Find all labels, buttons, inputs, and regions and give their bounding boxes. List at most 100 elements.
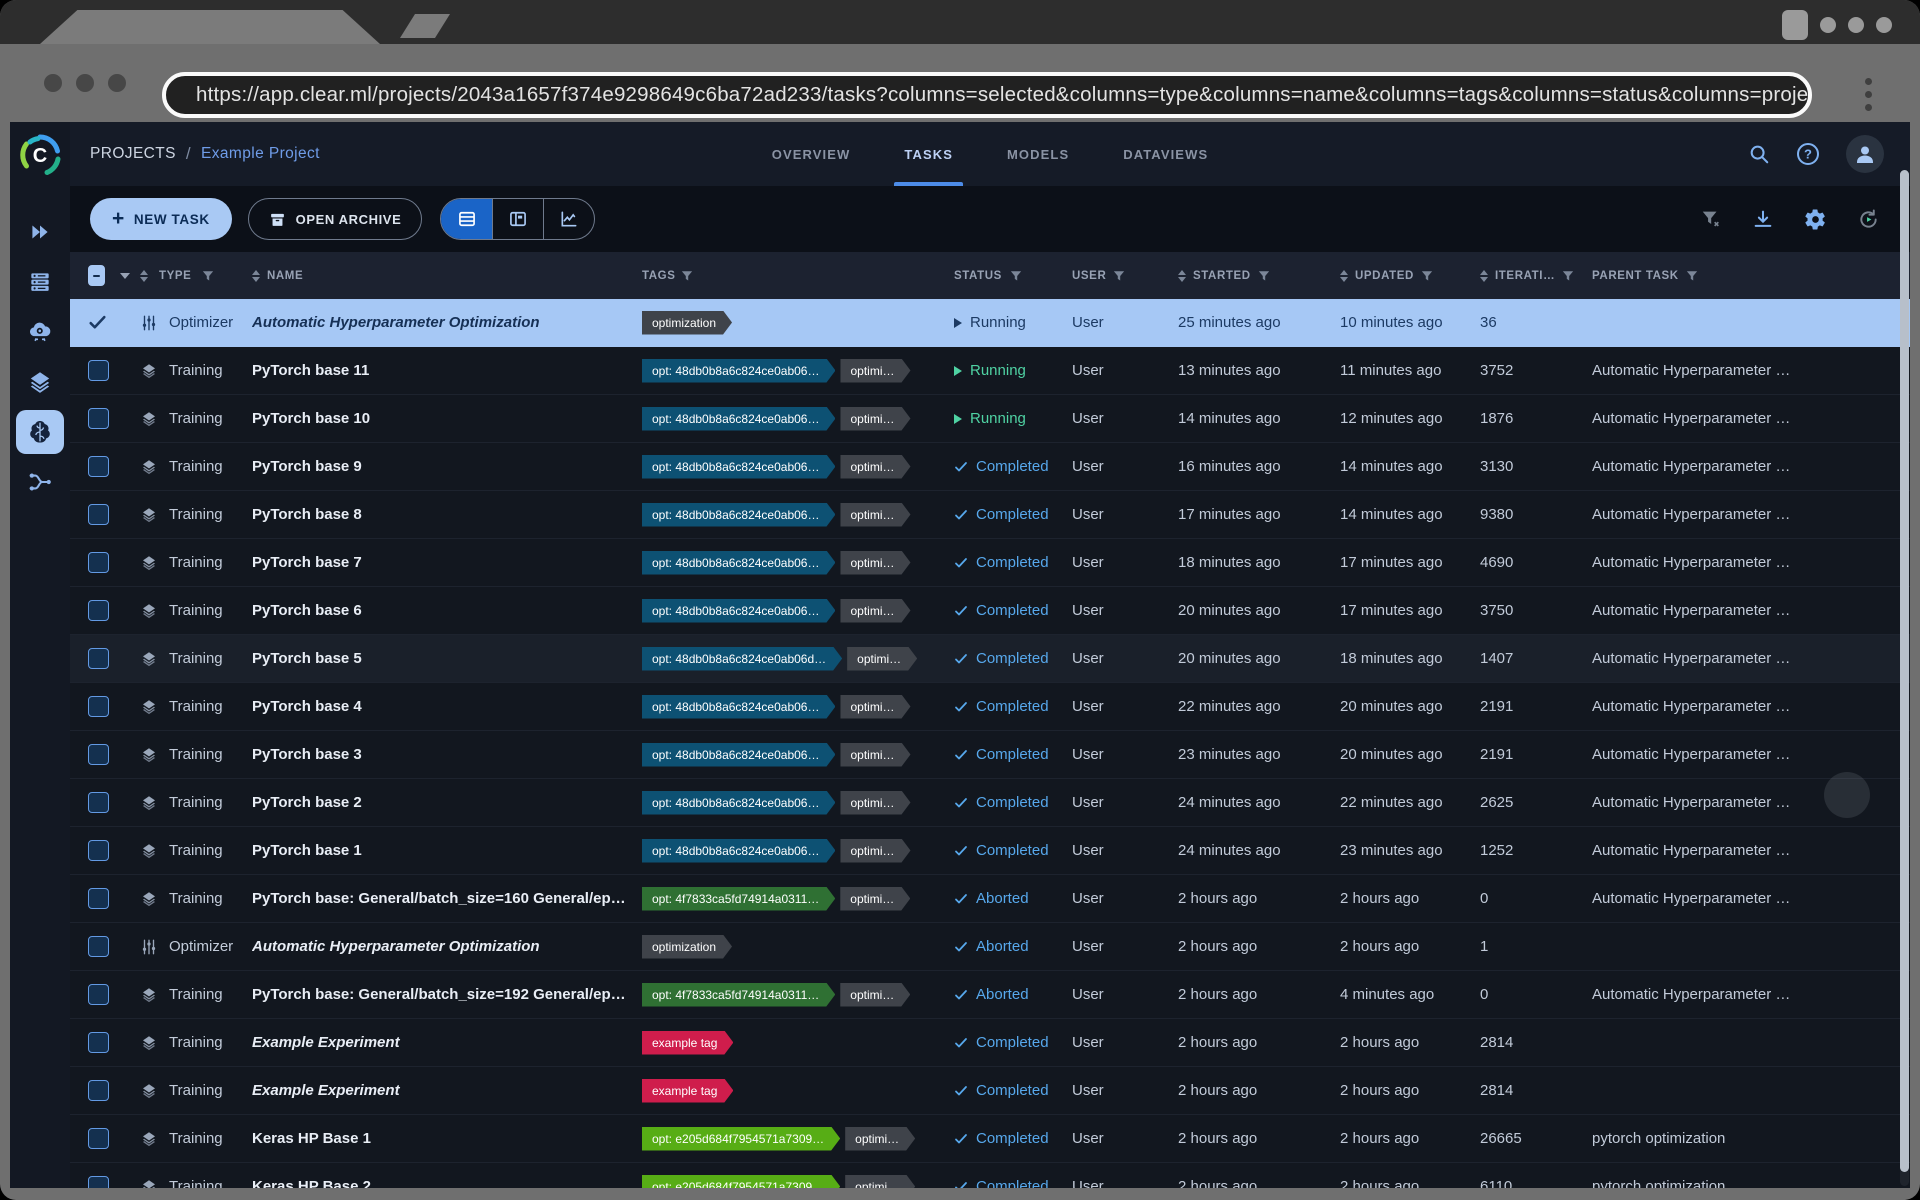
- row-checkbox[interactable]: [88, 840, 109, 861]
- sidebar-item-brain[interactable]: [16, 410, 64, 454]
- name-cell[interactable]: PyTorch base 7: [252, 554, 642, 571]
- row-checkbox[interactable]: [88, 456, 109, 477]
- task-name[interactable]: PyTorch base 7: [252, 554, 626, 571]
- column-header-started[interactable]: STARTED: [1178, 270, 1340, 282]
- address-bar[interactable]: https://app.clear.ml/projects/2043a1657f…: [162, 72, 1812, 118]
- tag-pill[interactable]: opt: 48db0b8a6c824ce0ab06…: [642, 551, 835, 575]
- task-name[interactable]: PyTorch base 1: [252, 842, 626, 859]
- tag-pill[interactable]: opt: e205d684f7954571a7309…: [642, 1127, 840, 1151]
- row-checkbox[interactable]: [88, 1080, 109, 1101]
- user-avatar[interactable]: [1846, 135, 1884, 173]
- selection-menu-caret-icon[interactable]: [120, 273, 130, 279]
- name-cell[interactable]: PyTorch base: General/batch_size=192 Gen…: [252, 986, 642, 1003]
- tag-pill[interactable]: opt: 48db0b8a6c824ce0ab06…: [642, 455, 835, 479]
- tag-pill[interactable]: opt: 48db0b8a6c824ce0ab06…: [642, 791, 835, 815]
- tag-pill[interactable]: optimi…: [840, 839, 910, 863]
- task-name[interactable]: Automatic Hyperparameter Optimization: [252, 314, 626, 331]
- task-name[interactable]: PyTorch base 10: [252, 410, 626, 427]
- task-name[interactable]: Automatic Hyperparameter Optimization: [252, 938, 626, 955]
- tab-dataviews[interactable]: DATAVIEWS: [1119, 122, 1212, 186]
- row-checkbox[interactable]: [88, 792, 109, 813]
- tag-pill[interactable]: optimi…: [840, 359, 910, 383]
- filter-funnel-icon[interactable]: [1258, 270, 1270, 282]
- row-checkbox[interactable]: [88, 408, 109, 429]
- filter-funnel-icon[interactable]: [1010, 270, 1022, 282]
- tag-pill[interactable]: optimi…: [840, 983, 910, 1007]
- sort-arrows-icon[interactable]: [1178, 270, 1186, 282]
- name-cell[interactable]: PyTorch base 8: [252, 506, 642, 523]
- chart-view-button[interactable]: [543, 199, 594, 239]
- window-dot-icon[interactable]: [44, 74, 62, 92]
- column-header-user[interactable]: USER: [1072, 270, 1178, 282]
- tag-pill[interactable]: optimi…: [840, 551, 910, 575]
- task-name[interactable]: PyTorch base 8: [252, 506, 626, 523]
- tag-pill[interactable]: opt: 48db0b8a6c824ce0ab06…: [642, 743, 835, 767]
- task-name[interactable]: Example Experiment: [252, 1034, 626, 1051]
- task-name[interactable]: Keras HP Base 1: [252, 1130, 626, 1147]
- task-row[interactable]: TrainingPyTorch base: General/batch_size…: [70, 875, 1910, 923]
- clearml-logo[interactable]: C: [17, 132, 63, 178]
- row-checkbox[interactable]: [88, 1128, 109, 1149]
- filter-funnel-icon[interactable]: [681, 270, 693, 282]
- tag-pill[interactable]: opt: 4f7833ca5fd74914a0311…: [642, 887, 835, 911]
- task-row[interactable]: TrainingPyTorch base 9opt: 48db0b8a6c824…: [70, 443, 1910, 491]
- sidebar-item-pipeline[interactable]: [16, 460, 64, 504]
- name-cell[interactable]: PyTorch base 1: [252, 842, 642, 859]
- task-name[interactable]: PyTorch base 2: [252, 794, 626, 811]
- open-archive-button[interactable]: OPEN ARCHIVE: [248, 198, 423, 240]
- tag-pill[interactable]: opt: 48db0b8a6c824ce0ab06…: [642, 599, 835, 623]
- breadcrumb-current-project[interactable]: Example Project: [201, 145, 320, 163]
- task-row[interactable]: OptimizerAutomatic Hyperparameter Optimi…: [70, 299, 1910, 347]
- tag-pill[interactable]: optimization: [642, 311, 732, 335]
- column-header-tags[interactable]: TAGS: [642, 270, 954, 282]
- column-header-updated[interactable]: UPDATED: [1340, 270, 1480, 282]
- browser-menu-icon[interactable]: [1865, 78, 1872, 111]
- filter-funnel-icon[interactable]: [202, 270, 214, 282]
- row-checkbox[interactable]: [88, 936, 109, 957]
- column-header-iter[interactable]: ITERATI…: [1480, 270, 1592, 282]
- task-row[interactable]: TrainingPyTorch base 11opt: 48db0b8a6c82…: [70, 347, 1910, 395]
- window-dot-icon[interactable]: [76, 74, 94, 92]
- tag-pill[interactable]: optimi…: [845, 1127, 915, 1151]
- task-name[interactable]: PyTorch base 9: [252, 458, 626, 475]
- task-name[interactable]: PyTorch base: General/batch_size=160 Gen…: [252, 890, 626, 907]
- tag-pill[interactable]: opt: 48db0b8a6c824ce0ab06…: [642, 695, 835, 719]
- name-cell[interactable]: PyTorch base 2: [252, 794, 642, 811]
- task-row[interactable]: TrainingPyTorch base 10opt: 48db0b8a6c82…: [70, 395, 1910, 443]
- task-name[interactable]: PyTorch base 3: [252, 746, 626, 763]
- tag-pill[interactable]: opt: 48db0b8a6c824ce0ab06…: [642, 407, 835, 431]
- name-cell[interactable]: PyTorch base 6: [252, 602, 642, 619]
- row-checkbox[interactable]: [88, 504, 109, 525]
- window-restore-icon[interactable]: [1782, 10, 1808, 40]
- column-header-name[interactable]: NAME: [252, 270, 642, 282]
- filter-funnel-icon[interactable]: [1686, 270, 1698, 282]
- task-row[interactable]: TrainingPyTorch base 5opt: 48db0b8a6c824…: [70, 635, 1910, 683]
- tag-pill[interactable]: optimi…: [847, 647, 917, 671]
- sidebar-item-layers[interactable]: [16, 360, 64, 404]
- select-all-checkbox[interactable]: [88, 265, 105, 286]
- name-cell[interactable]: PyTorch base 10: [252, 410, 642, 427]
- name-cell[interactable]: PyTorch base 11: [252, 362, 642, 379]
- name-cell[interactable]: Automatic Hyperparameter Optimization: [252, 314, 642, 331]
- name-cell[interactable]: Keras HP Base 1: [252, 1130, 642, 1147]
- name-cell[interactable]: Keras HP Base 2: [252, 1178, 642, 1188]
- download-icon[interactable]: [1752, 208, 1774, 230]
- sidebar-item-server-queues[interactable]: [16, 260, 64, 304]
- row-checkbox[interactable]: [88, 600, 109, 621]
- task-name[interactable]: PyTorch base 11: [252, 362, 626, 379]
- new-task-button[interactable]: + NEW TASK: [90, 198, 232, 240]
- task-name[interactable]: PyTorch base: General/batch_size=192 Gen…: [252, 986, 626, 1003]
- row-checkbox[interactable]: [88, 984, 109, 1005]
- sidebar-item-cloud-gear[interactable]: [16, 310, 64, 354]
- auto-refresh-icon[interactable]: [1857, 208, 1880, 231]
- task-name[interactable]: PyTorch base 5: [252, 650, 626, 667]
- new-tab-button[interactable]: [400, 14, 450, 38]
- row-checkbox[interactable]: [88, 1032, 109, 1053]
- tag-pill[interactable]: opt: e205d684f7954571a7309…: [642, 1175, 840, 1189]
- task-name[interactable]: PyTorch base 4: [252, 698, 626, 715]
- name-cell[interactable]: Example Experiment: [252, 1034, 642, 1051]
- name-cell[interactable]: PyTorch base 9: [252, 458, 642, 475]
- row-checkbox[interactable]: [88, 552, 109, 573]
- row-checkbox[interactable]: [88, 1176, 109, 1188]
- tag-pill[interactable]: optimi…: [840, 455, 910, 479]
